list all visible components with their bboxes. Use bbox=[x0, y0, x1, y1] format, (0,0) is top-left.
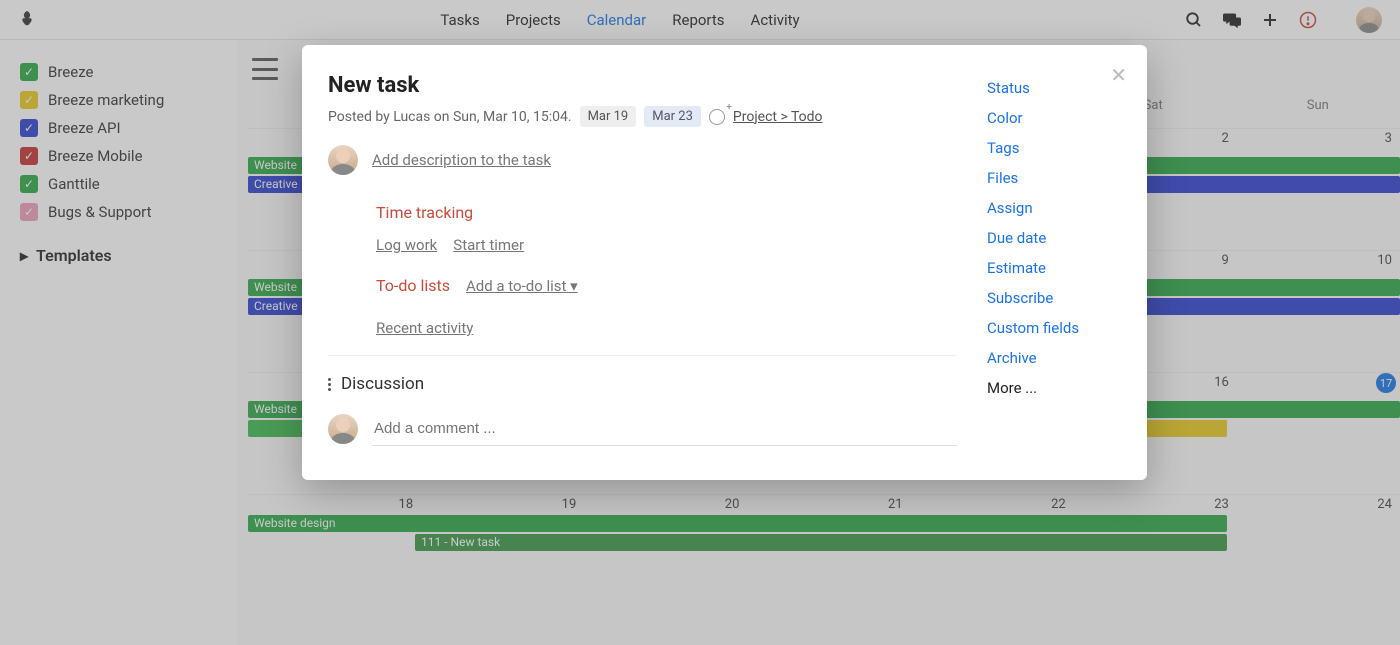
new-task-modal: ✕ New task Posted by Lucas on Sun, Mar 1… bbox=[302, 45, 1147, 480]
divider bbox=[328, 355, 957, 356]
description-row: Add description to the task bbox=[328, 145, 957, 175]
discussion-heading: Discussion bbox=[328, 374, 957, 394]
modal-side-subscribe[interactable]: Subscribe bbox=[987, 283, 1129, 313]
project-breadcrumb[interactable]: Project > Todo bbox=[733, 109, 823, 125]
recent-activity-link[interactable]: Recent activity bbox=[376, 319, 473, 337]
commenter-avatar bbox=[328, 414, 358, 444]
modal-sidebar: StatusColorTagsFilesAssignDue dateEstima… bbox=[987, 73, 1147, 446]
modal-side-assign[interactable]: Assign bbox=[987, 193, 1129, 223]
modal-meta: Posted by Lucas on Sun, Mar 10, 15:04. M… bbox=[328, 106, 957, 127]
drag-handle-icon[interactable] bbox=[328, 378, 331, 391]
close-icon[interactable]: ✕ bbox=[1110, 63, 1127, 87]
comment-input[interactable] bbox=[372, 412, 957, 446]
modal-side-files[interactable]: Files bbox=[987, 163, 1129, 193]
modal-side-archive[interactable]: Archive bbox=[987, 343, 1129, 373]
start-timer-link[interactable]: Start timer bbox=[453, 236, 524, 254]
date-start-pill[interactable]: Mar 19 bbox=[580, 106, 637, 127]
comment-row bbox=[328, 412, 957, 446]
todo-lists-heading: To-do lists bbox=[376, 276, 450, 295]
discussion-label: Discussion bbox=[341, 374, 424, 394]
modal-side-status[interactable]: Status bbox=[987, 73, 1129, 103]
add-description-link[interactable]: Add description to the task bbox=[372, 151, 551, 169]
modal-side-custom-fields[interactable]: Custom fields bbox=[987, 313, 1129, 343]
posted-by-text: Posted by Lucas on Sun, Mar 10, 15:04. bbox=[328, 109, 572, 125]
modal-side-tags[interactable]: Tags bbox=[987, 133, 1129, 163]
date-end-pill[interactable]: Mar 23 bbox=[644, 106, 701, 127]
time-tracking-heading: Time tracking bbox=[376, 203, 957, 222]
author-avatar bbox=[328, 145, 358, 175]
log-work-link[interactable]: Log work bbox=[376, 236, 437, 254]
add-reaction-icon[interactable] bbox=[709, 109, 725, 125]
add-todo-link[interactable]: Add a to-do list ▾ bbox=[466, 277, 578, 295]
modal-side-estimate[interactable]: Estimate bbox=[987, 253, 1129, 283]
modal-side-due-date[interactable]: Due date bbox=[987, 223, 1129, 253]
modal-title: New task bbox=[328, 73, 957, 98]
modal-side-more[interactable]: More ... bbox=[987, 373, 1129, 403]
modal-main: New task Posted by Lucas on Sun, Mar 10,… bbox=[302, 73, 987, 446]
modal-side-color[interactable]: Color bbox=[987, 103, 1129, 133]
